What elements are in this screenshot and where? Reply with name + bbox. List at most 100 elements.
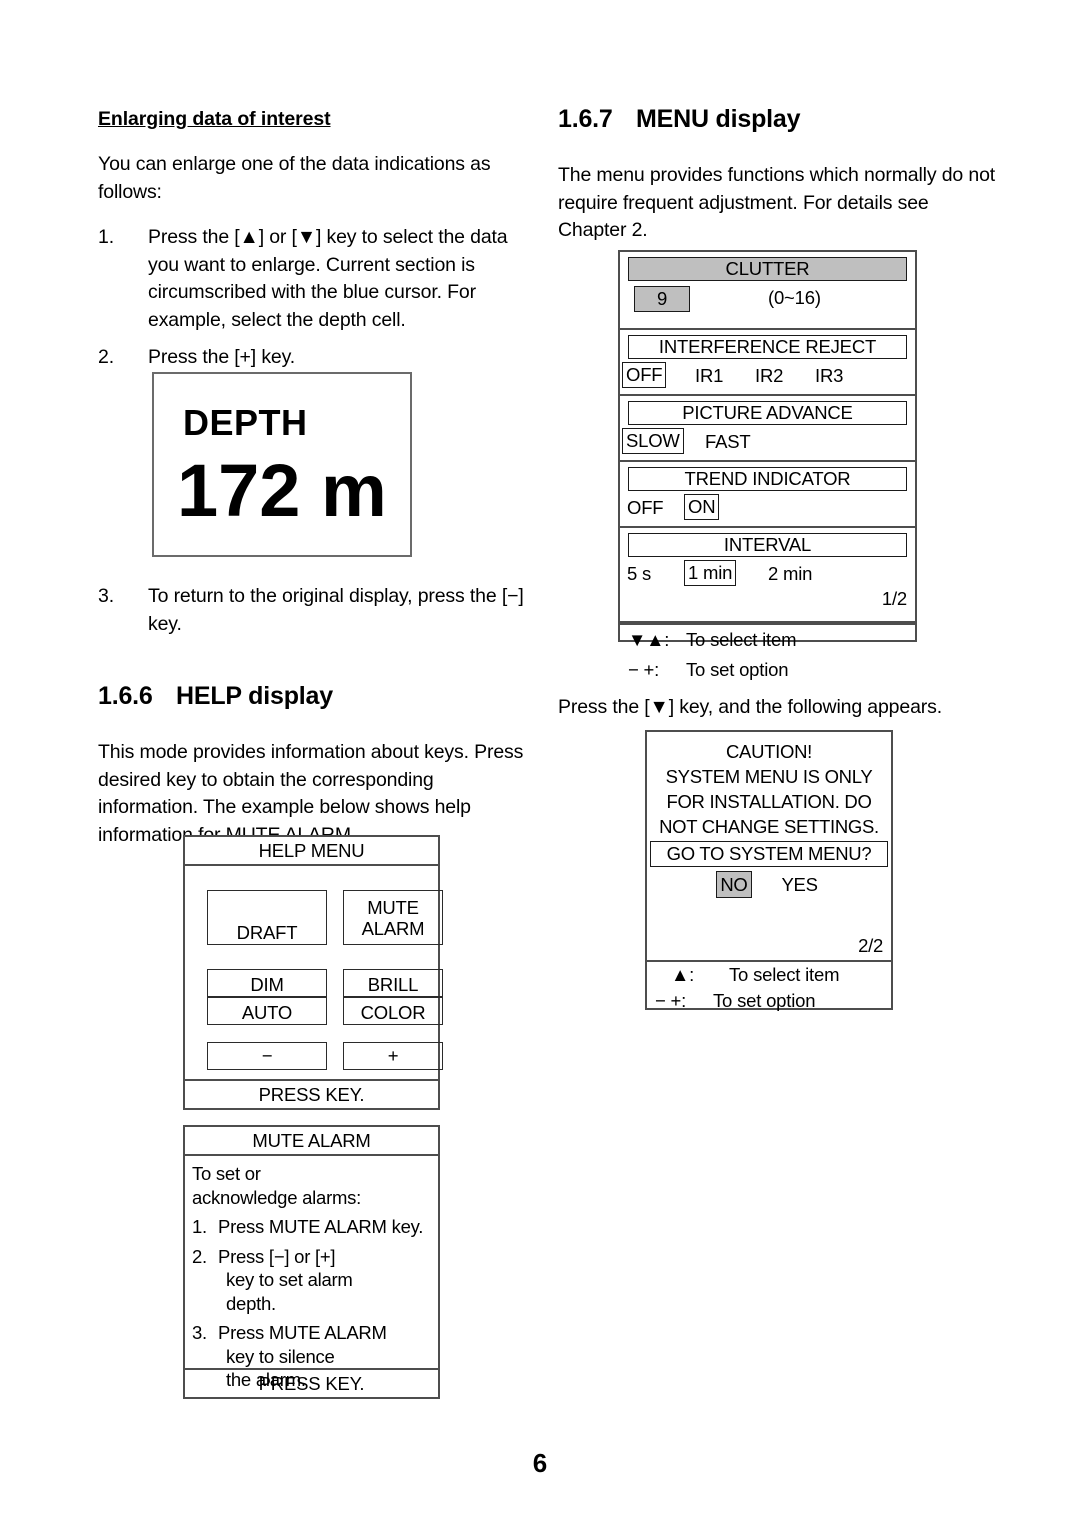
mute-alarm-help-intro: To set or acknowledge alarms: — [192, 1162, 438, 1209]
option-on[interactable]: ON — [684, 494, 720, 520]
menu-item-header: TREND INDICATOR — [628, 467, 907, 491]
legend-text: To select item — [686, 629, 797, 650]
section-title: HELP display — [176, 682, 333, 710]
legend-text: To set option — [713, 990, 816, 1011]
step-marker: 2. — [98, 346, 114, 368]
intro-paragraph: You can enlarge one of the data indicati… — [98, 153, 491, 203]
help-display-body: This mode provides information about key… — [98, 741, 524, 846]
caution-legend-row-select: ▲: To select item — [647, 960, 891, 988]
option-ir3[interactable]: IR3 — [812, 364, 846, 388]
choice-no[interactable]: NO — [716, 871, 752, 898]
legend-row-select: ▼▲: To select item — [620, 623, 915, 655]
caution-line-2: FOR INSTALLATION. DO — [666, 791, 872, 812]
help-key-plus[interactable]: + — [343, 1042, 443, 1070]
menu-item-row: OFF ON — [622, 494, 913, 524]
menu-item-trend-indicator: TREND INDICATOR OFF ON — [620, 467, 915, 528]
menu-item-picture-advance: PICTURE ADVANCE SLOW FAST — [620, 401, 915, 462]
menu-item-clutter: CLUTTER 9 (0~16) — [620, 257, 915, 330]
caution-line-1: SYSTEM MENU IS ONLY — [665, 766, 873, 787]
minus-plus-icon: − +: — [628, 659, 660, 680]
depth-value: 172 m — [177, 449, 387, 532]
option-fast[interactable]: FAST — [702, 430, 753, 454]
left-column: Enlarging data of interest You can enlar… — [98, 108, 538, 382]
help-key-label: − — [261, 1045, 273, 1066]
option-slow[interactable]: SLOW — [622, 428, 684, 454]
section-number: 1.6.6 — [98, 682, 153, 710]
right-column: 1.6.7 MENU display The menu provides func… — [558, 105, 998, 263]
caution-question: GO TO SYSTEM MENU? — [650, 841, 888, 867]
document-page: Enlarging data of interest You can enlar… — [0, 0, 1080, 1528]
help-key-label-line1: MUTE — [367, 896, 419, 918]
menu-page-indicator: 1/2 — [881, 588, 907, 609]
help-key-mute-alarm[interactable]: MUTE ALARM — [343, 890, 443, 945]
option-1min[interactable]: 1 min — [684, 560, 737, 586]
press-down-key-note: Press the [▼] key, and the following app… — [558, 696, 942, 718]
choice-yes[interactable]: YES — [778, 872, 822, 897]
menu-display-heading: 1.6.7 MENU display — [558, 105, 998, 134]
help-key-label: DIM — [250, 974, 284, 995]
help-key-draft[interactable]: DRAFT — [207, 890, 327, 945]
help-key-brill[interactable]: BRILL — [343, 969, 443, 997]
help-menu-figure: HELP MENU DRAFT MUTE ALARM DIM BRILL AUT… — [183, 835, 443, 1110]
option-ir1[interactable]: IR1 — [692, 364, 726, 388]
help-display-heading: 1.6.6 HELP display — [98, 682, 538, 711]
mute-alarm-help-figure: MUTE ALARM To set or acknowledge alarms:… — [183, 1125, 440, 1399]
step-text: To return to the original display, press… — [148, 585, 524, 635]
caution-choices: NO YES — [647, 871, 891, 898]
step-marker: 1. — [192, 1216, 207, 1237]
legend-row-set: − +: To set option — [620, 655, 915, 685]
help-key-minus[interactable]: − — [207, 1042, 327, 1070]
menu-item-row: 9 (0~16) — [622, 284, 913, 314]
step-marker: 1. — [98, 226, 114, 248]
help-key-label: COLOR — [360, 1002, 426, 1023]
subsection-heading: Enlarging data of interest — [98, 108, 331, 130]
help-menu-footer: PRESS KEY. — [185, 1079, 438, 1108]
up-arrow-icon: ▲: — [671, 964, 695, 985]
menu-item-row: OFF IR1 IR2 IR3 — [622, 362, 913, 392]
menu-item-interference-reject: INTERFERENCE REJECT OFF IR1 IR2 IR3 — [620, 335, 915, 396]
step-line: depth. — [226, 1292, 276, 1314]
help-key-label: + — [387, 1045, 399, 1066]
section-number: 1.6.7 — [558, 105, 613, 133]
option-ir2[interactable]: IR2 — [752, 364, 786, 388]
step-line: key to set alarm — [226, 1269, 353, 1290]
step-line: Press MUTE ALARM key. — [218, 1216, 424, 1237]
legend-text: To set option — [686, 659, 789, 680]
menu-display-figure: CLUTTER 9 (0~16) INTERFERENCE REJECT OFF… — [618, 250, 917, 680]
list-item: 3. To return to the original display, pr… — [98, 583, 538, 638]
menu-legend: ▼▲: To select item − +: To set option — [620, 623, 915, 685]
help-menu-button-grid: DRAFT MUTE ALARM DIM BRILL AUTO COLOR − — [185, 866, 443, 1079]
menu-display-body: The menu provides functions which normal… — [558, 164, 996, 241]
caution-display-figure: CAUTION! SYSTEM MENU IS ONLY FOR INSTALL… — [645, 730, 893, 1011]
step-line: Press [−] or [+] — [218, 1245, 336, 1267]
mute-alarm-help-footer: PRESS KEY. — [185, 1368, 438, 1397]
option-off[interactable]: OFF — [622, 362, 667, 388]
step-text: Press the [+] key. — [148, 346, 296, 368]
caution-title: CAUTION! — [726, 741, 812, 762]
list-item: 1. Press the [▲] or [▼] key to select th… — [98, 224, 538, 334]
mute-alarm-help-title: MUTE ALARM — [185, 1127, 438, 1156]
depth-display-figure: DEPTH 172 m — [152, 372, 412, 557]
help-key-color[interactable]: COLOR — [343, 997, 443, 1025]
help-menu-title: HELP MENU — [185, 837, 438, 866]
menu-item-header: INTERVAL — [628, 533, 907, 557]
option-off[interactable]: OFF — [624, 496, 666, 520]
help-key-dim[interactable]: DIM — [207, 969, 327, 997]
option-2min[interactable]: 2 min — [765, 562, 815, 586]
help-key-label-line2: ALARM — [361, 917, 425, 939]
enlarge-steps-list: 1. Press the [▲] or [▼] key to select th… — [98, 224, 538, 372]
step-marker: 3. — [98, 585, 114, 607]
caution-body: CAUTION! SYSTEM MENU IS ONLY FOR INSTALL… — [647, 732, 891, 960]
mute-alarm-step: 1. Press MUTE ALARM key. — [192, 1215, 438, 1239]
help-key-auto[interactable]: AUTO — [207, 997, 327, 1025]
minus-plus-icon: − +: — [655, 990, 687, 1011]
menu-item-header: INTERFERENCE REJECT — [628, 335, 907, 359]
clutter-value[interactable]: 9 — [634, 286, 690, 312]
step-marker: 3. — [192, 1322, 207, 1343]
option-5s[interactable]: 5 s — [624, 562, 654, 586]
step-marker: 2. — [192, 1245, 207, 1267]
menu-page-indicator-row: 1/2 — [620, 588, 915, 612]
enlarge-step3-list: 3. To return to the original display, pr… — [98, 583, 538, 638]
mute-alarm-help-body: To set or acknowledge alarms: 1. Press M… — [185, 1156, 438, 1392]
caution-page-indicator: 2/2 — [858, 935, 883, 956]
